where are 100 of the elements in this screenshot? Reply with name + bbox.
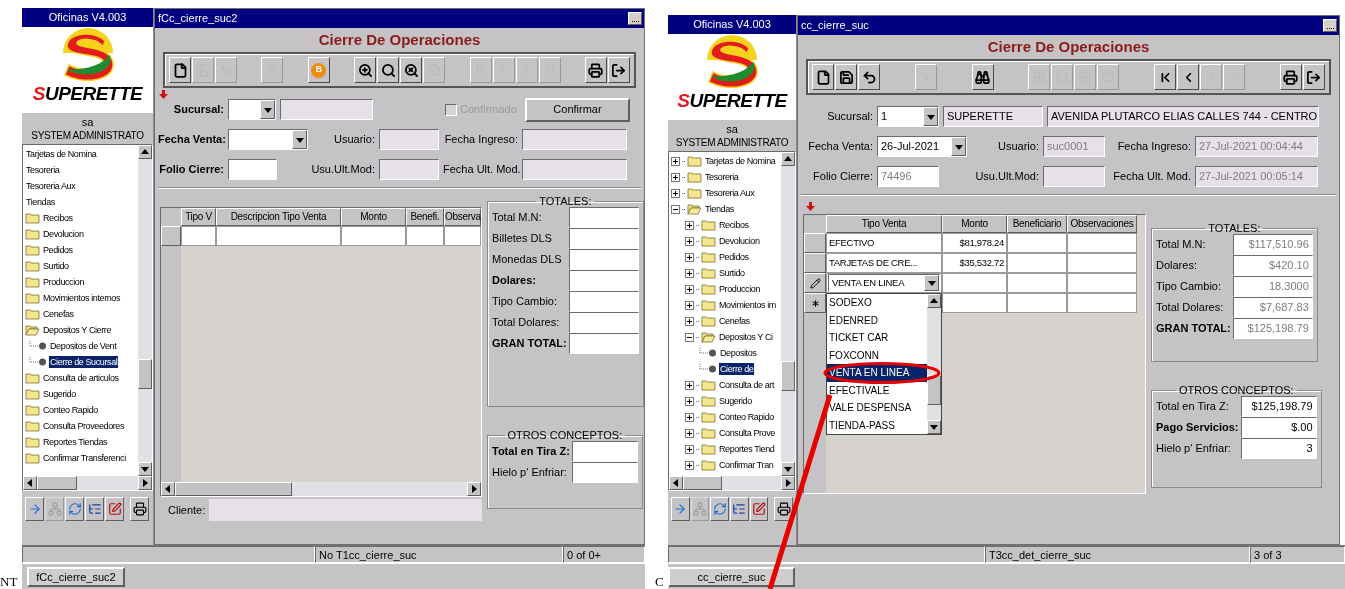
tree-item[interactable]: Produccion xyxy=(42,276,86,288)
undo-button[interactable] xyxy=(858,64,880,90)
scroll-arrow-button[interactable] xyxy=(781,476,795,490)
collapse-icon[interactable] xyxy=(671,204,680,214)
tree-item[interactable]: Movimientos internos xyxy=(42,292,122,304)
minimize-button[interactable] xyxy=(628,12,642,25)
tree-item[interactable]: Tarjetas de Nomina xyxy=(704,155,777,167)
tree-item[interactable]: Depositos Y Cierre xyxy=(42,324,112,336)
dropdown[interactable]: 1 xyxy=(877,106,939,127)
text-field[interactable]: SUPERETTE xyxy=(943,106,1043,127)
column-header[interactable]: Observaciones xyxy=(1067,215,1137,233)
expand-icon[interactable] xyxy=(685,268,694,278)
tree-item[interactable]: Depositos xyxy=(719,347,758,359)
tree-item[interactable]: Recibos xyxy=(42,212,74,224)
tree-item[interactable]: Surtido xyxy=(718,267,746,279)
expand-icon[interactable] xyxy=(685,236,694,246)
expand-icon[interactable] xyxy=(685,396,694,406)
dropdown-arrow-button[interactable] xyxy=(924,275,939,291)
tree-item[interactable]: Tesoreria Aux xyxy=(704,187,756,199)
tree-item[interactable]: Cenefas xyxy=(718,315,751,327)
tree-item[interactable]: Depositos Y Ci xyxy=(718,331,774,343)
tree-item[interactable]: Consulta de art xyxy=(718,379,776,391)
column-header[interactable]: Tipo Venta xyxy=(826,215,942,233)
collapse-icon[interactable] xyxy=(685,332,694,342)
tree-item[interactable]: Sugerido xyxy=(718,395,753,407)
pencil-note-button[interactable] xyxy=(105,497,124,521)
tree-item[interactable]: Consulta Prove xyxy=(718,427,776,439)
prev-button[interactable] xyxy=(1177,64,1200,90)
refresh-button[interactable] xyxy=(710,497,729,521)
text-field[interactable] xyxy=(568,291,639,312)
taskbar-tab[interactable]: fCc_cierre_suc2 xyxy=(27,566,125,587)
scroll-thumb[interactable] xyxy=(175,482,292,496)
tree-item[interactable]: Confirmar Tran xyxy=(718,459,775,471)
new-button[interactable] xyxy=(812,64,834,90)
column-header[interactable]: Tipo V xyxy=(181,208,216,226)
print-button[interactable] xyxy=(584,57,607,83)
list-tree-button[interactable] xyxy=(730,497,749,521)
tree-item[interactable]: Devolucion xyxy=(718,235,761,247)
text-field[interactable] xyxy=(280,99,373,120)
tree-item[interactable]: Movimientos im xyxy=(718,299,777,311)
text-field[interactable] xyxy=(568,207,639,228)
search-button[interactable] xyxy=(377,57,400,83)
text-field[interactable] xyxy=(209,499,482,521)
tree-item[interactable]: Depositos de Vent xyxy=(49,340,118,352)
scroll-arrow-button[interactable] xyxy=(138,145,152,159)
dropdown[interactable]: 26-Jul-2021 xyxy=(877,136,967,157)
arrow-right-button[interactable] xyxy=(671,497,690,521)
expand-icon[interactable] xyxy=(671,156,680,166)
text-field[interactable]: $125,198.79 xyxy=(1240,396,1317,417)
tree-item[interactable]: Reportes Tiendas xyxy=(42,436,109,448)
horizontal-scrollbar[interactable] xyxy=(23,476,152,490)
scroll-arrow-button[interactable] xyxy=(138,476,152,490)
tree-item[interactable]: Pedidos xyxy=(718,251,750,263)
tree-item[interactable]: Tesoreria xyxy=(704,171,740,183)
dropdown[interactable]: VENTA EN LINEA xyxy=(828,274,940,292)
scroll-arrow-button[interactable] xyxy=(927,294,941,308)
text-field[interactable] xyxy=(568,312,639,333)
tree-item[interactable]: Tesoreria xyxy=(25,164,61,176)
tree-item[interactable]: Cenefas xyxy=(42,308,75,320)
tree-item[interactable]: Consulta de articulos xyxy=(42,372,120,384)
text-field[interactable] xyxy=(379,129,439,150)
minimize-button[interactable] xyxy=(1323,19,1337,32)
column-header[interactable]: Benefi. xyxy=(406,208,444,226)
exit-button[interactable] xyxy=(1303,64,1325,90)
list-tree-button[interactable] xyxy=(85,497,104,521)
row-marker[interactable] xyxy=(161,226,181,246)
taskbar-tab[interactable]: cc_cierre_suc xyxy=(668,566,795,587)
vertical-scrollbar[interactable] xyxy=(138,145,152,476)
column-header[interactable]: Observa xyxy=(444,208,481,226)
column-header[interactable]: Beneficiario xyxy=(1007,215,1067,233)
text-field[interactable] xyxy=(522,129,627,150)
text-field[interactable] xyxy=(1043,166,1105,187)
tree-item[interactable]: Produccion xyxy=(718,283,762,295)
column-header[interactable]: Monto xyxy=(341,208,406,226)
expand-icon[interactable] xyxy=(685,300,694,310)
arrow-right-button[interactable] xyxy=(25,497,44,521)
row-marker[interactable] xyxy=(804,293,826,313)
dropdown-arrow-button[interactable] xyxy=(292,130,307,149)
expand-icon[interactable] xyxy=(671,172,680,182)
expand-icon[interactable] xyxy=(685,412,694,422)
tree-item[interactable]: Recibos xyxy=(718,219,750,231)
new-button[interactable] xyxy=(169,57,191,83)
expand-icon[interactable] xyxy=(685,444,694,454)
scroll-arrow-button[interactable] xyxy=(927,420,941,434)
dropdown[interactable] xyxy=(228,99,276,120)
dropdown-option[interactable]: EFECTIVALE xyxy=(827,381,927,399)
dropdown-list[interactable]: SODEXO EDENRED TICKET CAR FOXCONN VENTA EN LINEA EFECTIVALE VALE DESPENSA TIENDA-PASS xyxy=(826,293,942,435)
row-marker[interactable] xyxy=(804,273,826,293)
refresh-button[interactable] xyxy=(65,497,84,521)
scroll-arrow-button[interactable] xyxy=(467,482,481,496)
dropdown-option[interactable]: TIENDA-PASS xyxy=(827,416,927,434)
dropdown-option[interactable]: EDENRED xyxy=(827,311,927,329)
confirm-button[interactable]: Confirmar xyxy=(525,97,630,122)
text-field[interactable] xyxy=(522,159,627,180)
save-button[interactable] xyxy=(835,64,857,90)
dropdown[interactable] xyxy=(228,129,308,150)
dropdown-option[interactable]: VALE DESPENSA xyxy=(827,399,927,417)
horizontal-scrollbar[interactable] xyxy=(669,476,795,490)
text-field[interactable]: 3 xyxy=(1240,438,1317,459)
tree-item[interactable]: Pedidos xyxy=(42,244,74,256)
